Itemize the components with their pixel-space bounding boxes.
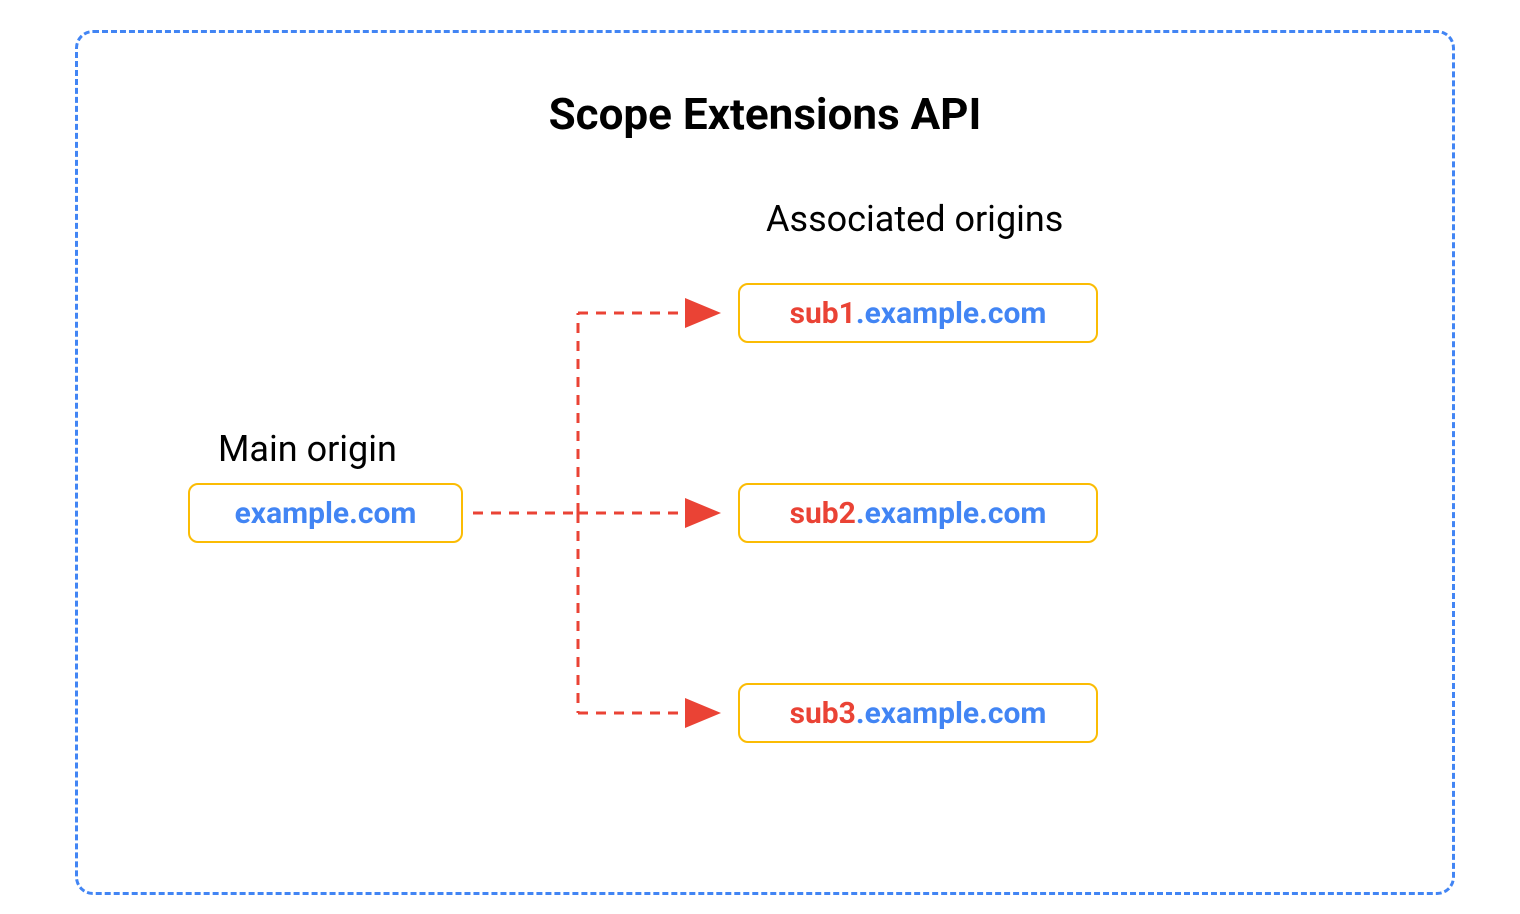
sub2-domain: .example.com	[856, 496, 1046, 531]
associated-origin-text-2: sub2.example.com	[790, 496, 1047, 531]
sub2-prefix: sub2	[790, 496, 856, 531]
sub1-domain: .example.com	[856, 296, 1046, 331]
associated-origin-box-3: sub3.example.com	[738, 683, 1098, 743]
associated-origin-text-1: sub1.example.com	[790, 296, 1047, 331]
diagram-title: Scope Extensions API	[78, 88, 1452, 140]
main-origin-box: example.com	[188, 483, 463, 543]
associated-origin-box-1: sub1.example.com	[738, 283, 1098, 343]
associated-origin-text-3: sub3.example.com	[790, 696, 1047, 731]
scope-extensions-container: Scope Extensions API Main origin example…	[75, 30, 1455, 895]
sub1-prefix: sub1	[790, 296, 856, 331]
associated-origins-label: Associated origins	[766, 198, 1063, 240]
sub3-prefix: sub3	[790, 696, 856, 731]
main-origin-label: Main origin	[218, 428, 397, 470]
sub3-domain: .example.com	[856, 696, 1046, 731]
associated-origin-box-2: sub2.example.com	[738, 483, 1098, 543]
main-origin-domain: example.com	[235, 496, 417, 531]
